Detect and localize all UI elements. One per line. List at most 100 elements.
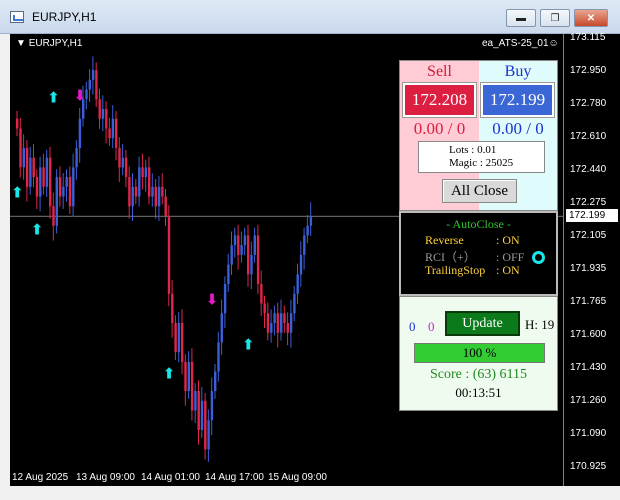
window-controls: ▬ ❐ ✕	[506, 9, 608, 27]
chart-symbol-label: ▼ EURJPY,H1	[16, 38, 82, 49]
price-axis[interactable]: 173.115 172.950 172.780 172.610 172.440 172.2…	[563, 32, 620, 486]
all-close-button[interactable]: All Close	[442, 179, 517, 203]
candle	[240, 231, 243, 263]
candle	[299, 241, 303, 287]
candle	[233, 227, 237, 258]
candle	[296, 263, 299, 304]
candle	[200, 387, 204, 438]
close-button[interactable]: ✕	[574, 9, 608, 27]
restore-button[interactable]: ❐	[540, 9, 570, 27]
candle	[55, 169, 58, 234]
candle	[134, 179, 138, 205]
candle	[171, 280, 174, 338]
lots-magic-box: Lots : 0.01 Magic : 25025	[418, 141, 545, 173]
candle	[68, 166, 72, 215]
price-tick-label: 170.925	[570, 461, 607, 472]
candle	[227, 253, 230, 292]
candle	[260, 270, 263, 316]
candle	[138, 156, 141, 207]
candle	[72, 153, 75, 217]
trailingstop-value: : ON	[496, 263, 520, 277]
window-titlebar[interactable]: EURJPY,H1 ▬ ❐ ✕	[0, 0, 620, 34]
sell-button[interactable]: 172.208	[403, 83, 476, 117]
candle	[220, 299, 223, 355]
auto-close-panel: - AutoClose - Reverse : ON RCI（+） : OFF …	[399, 211, 558, 296]
buy-title: Buy	[504, 63, 532, 80]
candle	[45, 149, 49, 197]
candle	[174, 315, 177, 360]
count-a: 0	[409, 319, 416, 334]
timer-value: 00:13:51	[455, 385, 502, 400]
candle	[58, 166, 62, 207]
candle	[210, 377, 214, 436]
price-tick-label: 172.275	[570, 197, 607, 208]
candle	[52, 192, 55, 241]
symbol-dropdown-icon[interactable]: ▼	[16, 38, 26, 49]
candle	[124, 149, 128, 188]
progress-bar: 100 %	[414, 343, 545, 363]
candle	[184, 354, 187, 406]
candle	[217, 331, 220, 382]
score-value: Score : (63) 6115	[429, 367, 528, 382]
candle	[29, 146, 32, 195]
candle	[111, 105, 115, 149]
rci-value: : OFF	[496, 250, 525, 264]
update-button[interactable]: Update	[445, 311, 520, 336]
candle	[270, 309, 273, 343]
candle	[144, 159, 148, 192]
candle	[78, 108, 82, 163]
candle	[91, 56, 95, 95]
candle	[280, 299, 283, 341]
candle	[121, 144, 124, 176]
auto-close-title: - AutoClose -	[446, 217, 511, 231]
candle	[49, 146, 52, 219]
candle	[204, 393, 207, 460]
candle	[243, 227, 247, 256]
buy-button[interactable]: 172.199	[481, 83, 554, 117]
count-b: 0	[428, 319, 435, 334]
price-tick-label: 171.090	[570, 428, 607, 439]
buy-arrow-icon: ⬆	[163, 365, 176, 383]
candle	[237, 224, 240, 270]
candle	[35, 169, 39, 209]
candle	[75, 140, 78, 180]
chart-app-icon	[10, 11, 24, 23]
candle	[39, 156, 42, 212]
candle	[22, 134, 25, 180]
buy-arrow-icon: ⬆	[47, 88, 60, 106]
price-tick-label: 171.765	[570, 296, 607, 307]
candle	[247, 224, 250, 287]
candle	[32, 144, 35, 188]
progress-text: 100 %	[462, 345, 497, 360]
price-tick-label: 171.935	[570, 263, 607, 274]
time-tick-label: 14 Aug 01:00	[141, 472, 200, 483]
sell-profit-loss: 0.00 / 0	[413, 119, 466, 138]
candle	[98, 88, 101, 129]
candle	[263, 295, 266, 329]
candle	[194, 383, 197, 423]
candle	[177, 312, 181, 363]
candle	[151, 173, 154, 207]
price-tick-label: 172.780	[570, 98, 607, 109]
candle	[62, 173, 65, 209]
price-tick-label: 171.430	[570, 362, 607, 373]
time-tick-label: 13 Aug 09:00	[76, 472, 135, 483]
candle	[154, 179, 157, 219]
sell-arrow-icon: ⬇	[74, 86, 87, 104]
candle	[115, 110, 118, 161]
candle	[88, 69, 91, 102]
current-price-tag: 172.199	[566, 209, 618, 223]
candle	[187, 351, 190, 399]
magic-number: Magic : 25025	[449, 157, 514, 169]
reverse-value: : ON	[496, 233, 520, 247]
candle	[42, 153, 45, 195]
window-title: EURJPY,H1	[32, 10, 97, 24]
symbol-label-text: EURJPY,H1	[28, 38, 83, 49]
candle	[157, 176, 161, 222]
candle	[306, 215, 309, 244]
status-ring-icon[interactable]	[532, 251, 545, 264]
candle	[283, 305, 286, 334]
minimize-button[interactable]: ▬	[506, 9, 536, 27]
candle	[25, 140, 29, 202]
auto-row-trailingstop: TrailingStop : ON	[425, 263, 520, 278]
